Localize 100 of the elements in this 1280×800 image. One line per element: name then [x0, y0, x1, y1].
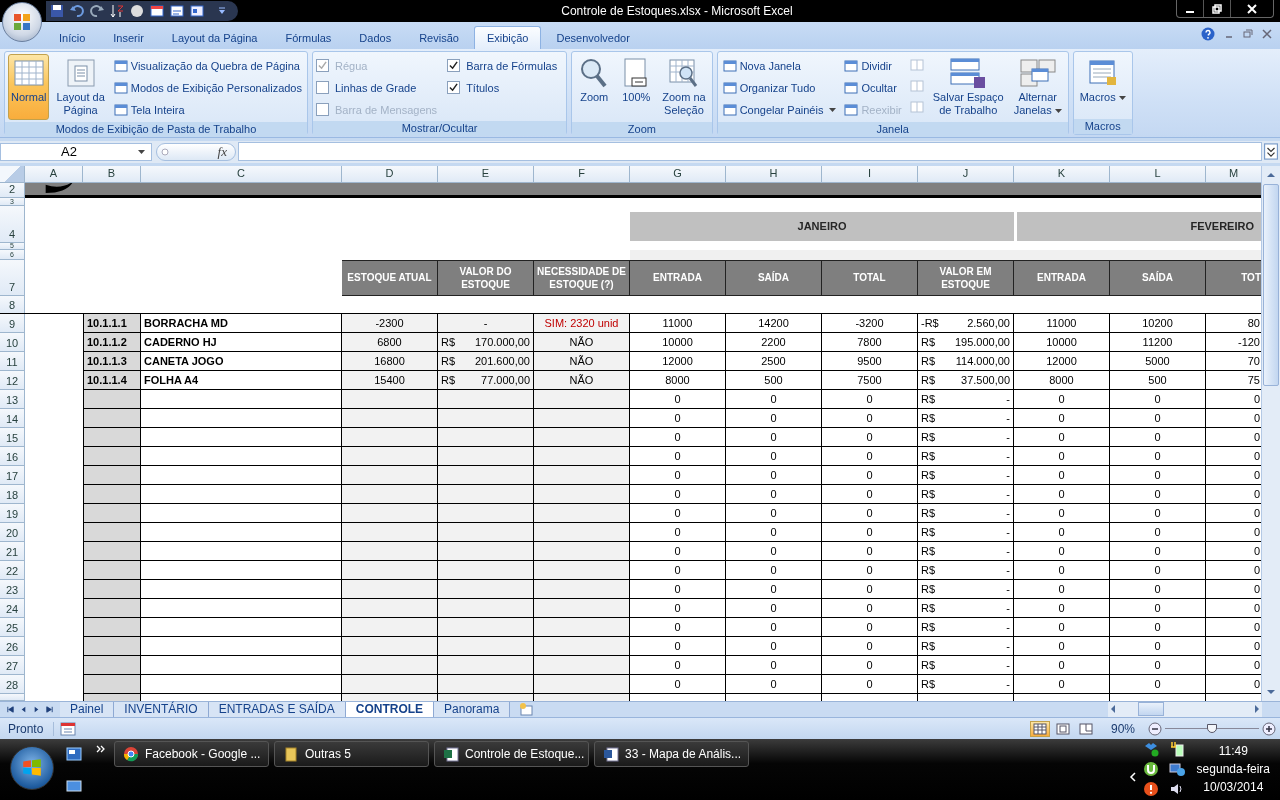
first-sheet-icon[interactable] [6, 704, 15, 714]
formula-input[interactable] [238, 142, 1262, 162]
warning-icon[interactable] [1142, 780, 1159, 797]
last-sheet-icon[interactable] [45, 704, 54, 714]
ribbon-tab[interactable]: Exibição [473, 26, 542, 50]
column-header[interactable]: A [25, 165, 83, 183]
table-cell: 10200 [1110, 313, 1206, 333]
table-cell: 0 [630, 636, 726, 656]
table-cell: R$ - [918, 674, 1014, 694]
zoom-out-icon[interactable] [1148, 721, 1162, 736]
checkbox-option[interactable]: Títulos [447, 78, 564, 98]
ribbon-button[interactable]: Zoom na Seleção [659, 54, 709, 121]
battery-plug-icon[interactable] [1168, 740, 1185, 757]
ribbon-button[interactable]: Tela Inteira [111, 100, 304, 120]
ribbon-tab[interactable]: Fórmulas [272, 26, 345, 50]
column-header[interactable]: C [141, 165, 342, 183]
column-header[interactable]: H [726, 165, 822, 183]
ribbon-tab[interactable]: Início [46, 26, 99, 50]
start-button[interactable] [10, 745, 54, 790]
save-icon[interactable] [50, 3, 64, 18]
view-button[interactable] [1029, 720, 1050, 737]
restore-icon[interactable] [1243, 29, 1253, 40]
ribbon-button[interactable]: Layout da Página [53, 54, 108, 121]
ribbon-button[interactable]: Visualização da Quebra de Página [111, 56, 304, 76]
ribbon-button[interactable]: Salvar Espaço de Trabalho [929, 54, 1007, 121]
ribbon-tab[interactable]: Dados [346, 26, 405, 50]
ribbon-button[interactable]: Macros [1076, 54, 1129, 118]
form-icon[interactable] [190, 3, 204, 18]
chevron-icon[interactable] [96, 744, 106, 753]
column-header[interactable]: M [1206, 165, 1261, 183]
desktop-icon[interactable] [66, 778, 82, 793]
ribbon-tab[interactable]: Inserir [100, 26, 157, 50]
column-header[interactable]: F [534, 165, 630, 183]
next-sheet-icon[interactable] [32, 704, 41, 714]
ribbon-button[interactable]: Congelar Painéis [720, 100, 839, 120]
ribbon-button[interactable]: 100% [617, 54, 656, 121]
ribbon-button[interactable]: Nova Janela [720, 56, 839, 76]
scroll-right-icon[interactable] [1252, 704, 1262, 715]
column-header[interactable]: G [630, 165, 726, 183]
taskbar-button[interactable]: Outras 5 [274, 740, 429, 767]
ribbon-tab[interactable]: Desenvolvedor [543, 26, 643, 50]
ribbon-button[interactable]: Dividir [842, 56, 904, 76]
column-header[interactable]: I [822, 165, 918, 183]
circle-icon[interactable] [130, 3, 144, 18]
show-hidden-icons[interactable] [1128, 771, 1137, 782]
sheet-tab[interactable]: INVENTÁRIO [114, 701, 209, 717]
ribbon-button[interactable]: Organizar Tudo [720, 78, 839, 98]
office-logo-icon [12, 12, 32, 32]
previous-sheet-icon[interactable] [19, 704, 28, 714]
ribbon-button[interactable]: Zoom [575, 54, 614, 121]
torrent-icon[interactable] [1142, 760, 1159, 777]
column-header[interactable]: K [1014, 165, 1110, 183]
row-header[interactable]: 4 [0, 205, 25, 243]
insert-function-button[interactable]: fx [217, 143, 227, 160]
ribbon-tab[interactable]: Layout da Página [158, 26, 271, 50]
sheet-tab[interactable]: CONTROLE [345, 701, 435, 717]
ribbon-tab[interactable]: Revisão [406, 26, 472, 50]
switch-windows-icon[interactable] [66, 746, 82, 761]
taskbar-button[interactable]: 33 - Mapa de Anális... [594, 740, 749, 767]
expand-icon[interactable] [1264, 143, 1278, 161]
clock[interactable]: 11:49 segunda-feira 10/03/2014 [1196, 743, 1270, 794]
form-icon[interactable] [150, 3, 164, 18]
column-title: ENTRADA [1014, 259, 1110, 296]
ribbon-button[interactable]: Ocultar [842, 78, 904, 98]
ribbon-button[interactable]: Modos de Exibição Personalizados [111, 78, 304, 98]
sort-icon[interactable] [110, 3, 124, 18]
ribbon-button[interactable]: Alternar Janelas [1010, 54, 1065, 121]
form-icon[interactable] [170, 3, 184, 18]
scroll-thumb[interactable] [1138, 702, 1164, 717]
customize-caret-icon[interactable] [216, 6, 228, 15]
minimize-icon [1186, 10, 1194, 13]
horizontal-scrollbar[interactable] [1108, 701, 1262, 717]
name-box[interactable]: A2 [0, 142, 152, 161]
column-header[interactable]: L [1110, 165, 1206, 183]
office-button[interactable] [2, 2, 42, 42]
scroll-thumb[interactable] [1263, 183, 1279, 386]
sheet-tab[interactable]: Painel [60, 701, 115, 717]
sheet-tab[interactable]: Panorama [434, 701, 511, 717]
column-header[interactable]: J [918, 165, 1014, 183]
row-header[interactable]: 7 [0, 259, 25, 296]
zoom-level[interactable]: 90% [1098, 721, 1145, 736]
table-cell: R$ - [918, 484, 1014, 504]
network-icon[interactable] [1168, 760, 1185, 777]
ribbon-button[interactable]: Normal [8, 54, 50, 121]
column-header[interactable]: B [83, 165, 141, 183]
record-macro-icon[interactable] [60, 721, 77, 736]
checkbox-option[interactable]: Barra de Fórmulas [447, 56, 564, 76]
zoom-in-icon[interactable] [1262, 721, 1276, 736]
vertical-scrollbar[interactable] [1261, 165, 1280, 701]
redo-icon[interactable] [90, 3, 104, 18]
close-icon[interactable] [1262, 29, 1272, 40]
undo-icon[interactable] [70, 3, 84, 18]
column-header[interactable]: D [342, 165, 438, 183]
table-cell: 0 [822, 560, 918, 580]
taskbar-button[interactable]: Controle de Estoque... [434, 740, 589, 767]
help-icon[interactable] [1201, 27, 1215, 42]
column-header[interactable]: E [438, 165, 534, 183]
taskbar-button[interactable]: Facebook - Google ... [114, 740, 269, 767]
sheet-tab[interactable]: ENTRADAS E SAÍDA [208, 701, 346, 717]
checkbox-option[interactable]: Linhas de Grade [316, 78, 444, 98]
